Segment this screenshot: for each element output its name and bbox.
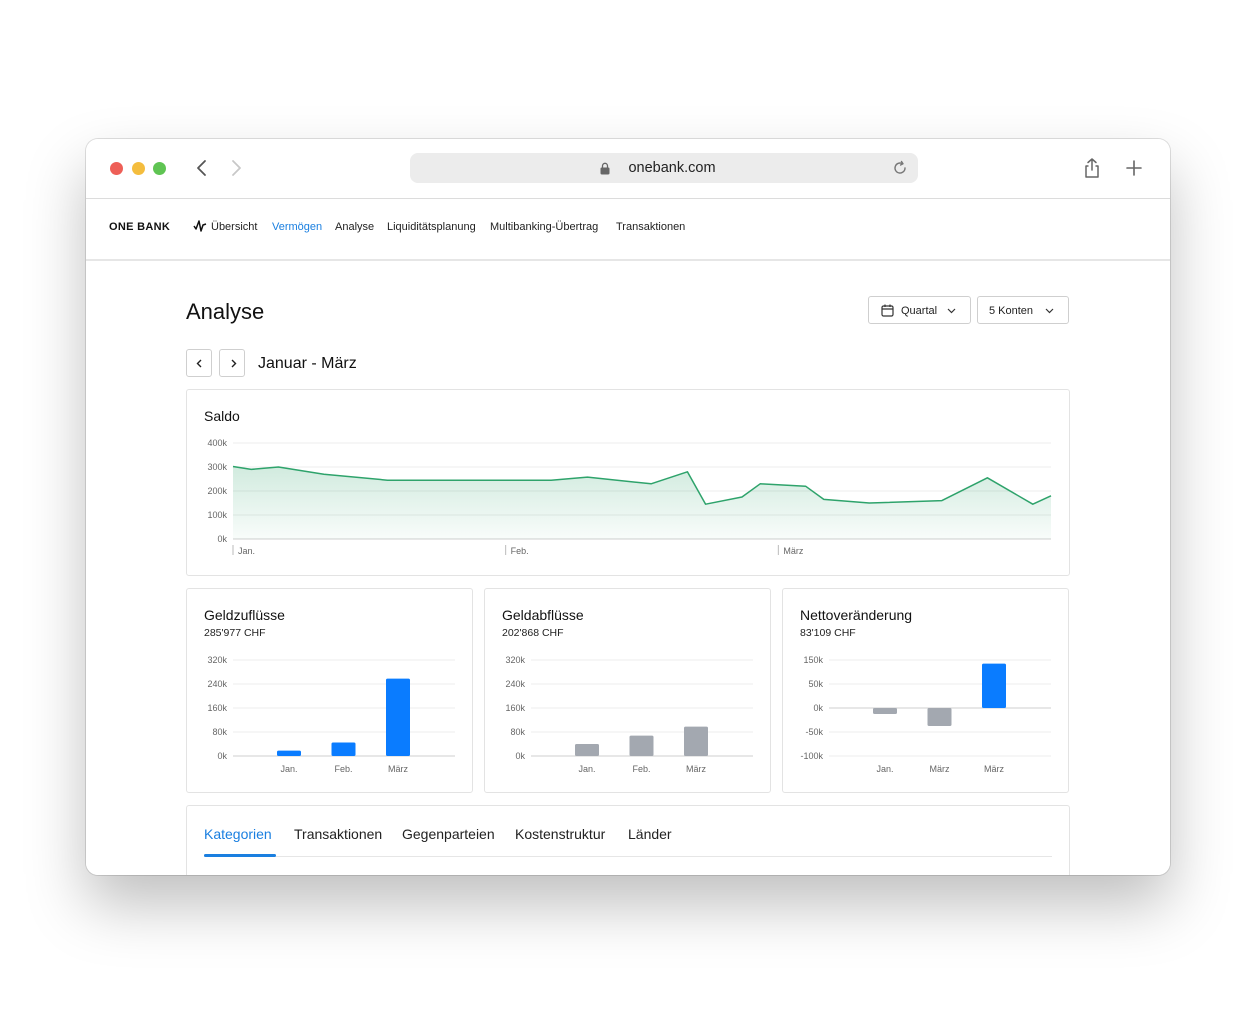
nav-item-uebersicht[interactable]: Übersicht	[211, 221, 257, 233]
main-content: Analyse Quartal 5 Konten Januar - März S…	[86, 261, 1170, 875]
bar	[684, 726, 708, 756]
maximize-window-button[interactable]	[153, 162, 166, 175]
saldo-chart: 400k 300k 200k 100k 0k Jan. Feb. März	[207, 438, 1052, 556]
tab-gegenparteien[interactable]: Gegenparteien	[402, 826, 495, 842]
y-tick-label: 320k	[207, 655, 227, 665]
y-tick-label: 300k	[207, 462, 227, 472]
reload-icon[interactable]	[892, 160, 908, 176]
chevron-down-icon	[947, 308, 956, 314]
geldzufluesse-chart: 320k 240k 160k 80k 0k Jan. Feb. März	[207, 655, 455, 774]
x-tick-label: März	[984, 764, 1004, 774]
chevron-right-icon	[231, 359, 237, 368]
nav-item-transaktionen[interactable]: Transaktionen	[616, 221, 685, 233]
nav-item-liquiditaetsplanung[interactable]: Liquiditätsplanung	[387, 221, 476, 233]
next-period-button[interactable]	[219, 349, 245, 377]
browser-window: onebank.com ONE BANK Übersicht Vermögen …	[86, 139, 1170, 875]
tab-laender[interactable]: Länder	[628, 826, 672, 842]
nav-item-multibanking[interactable]: Multibanking-Übertrag	[490, 221, 598, 233]
x-tick-label: Feb.	[632, 764, 650, 774]
minimize-window-button[interactable]	[132, 162, 145, 175]
tab-divider	[204, 856, 1052, 857]
logo-text: ONE BANK	[109, 221, 171, 233]
y-tick-label: 160k	[207, 703, 227, 713]
accounts-dropdown-label: 5 Konten	[989, 305, 1034, 317]
x-tick-label: März	[783, 546, 803, 556]
y-tick-label: 320k	[505, 655, 525, 665]
y-tick-label: 0k	[813, 703, 823, 713]
previous-period-button[interactable]	[186, 349, 212, 377]
x-tick-label: Jan.	[578, 764, 595, 774]
forward-arrow-icon[interactable]	[226, 158, 246, 178]
new-tab-plus-icon[interactable]	[1123, 157, 1145, 179]
bar	[331, 742, 356, 756]
y-tick-label: 240k	[207, 679, 227, 689]
x-tick-label: März	[930, 764, 950, 774]
active-tab-indicator	[204, 854, 276, 857]
tab-kategorien[interactable]: Kategorien	[204, 826, 272, 842]
y-tick-label: 0k	[515, 751, 525, 761]
y-tick-label: 80k	[212, 727, 227, 737]
y-tick-label: 200k	[207, 486, 227, 496]
x-tick-label: Jan.	[280, 764, 297, 774]
one-bank-logo[interactable]: ONE BANK	[109, 220, 207, 233]
geldzufluesse-card: Geldzuflüsse 285'977 CHF 320k 240k 160k 80k…	[186, 588, 473, 793]
chevron-down-icon	[1045, 308, 1054, 314]
x-tick-label: Feb.	[334, 764, 352, 774]
bar	[629, 735, 654, 756]
bar	[386, 678, 410, 756]
y-tick-label: 80k	[510, 727, 525, 737]
y-tick-label: 0k	[217, 534, 227, 544]
x-tick-label: Jan.	[876, 764, 893, 774]
bar	[927, 708, 952, 726]
url-text: onebank.com	[628, 160, 716, 176]
y-tick-label: 0k	[217, 751, 227, 761]
nettoveraenderung-card: Nettoveränderung 83'109 CHF 150k 50k 0k -50…	[782, 588, 1069, 793]
x-tick-label: März	[686, 764, 706, 774]
x-tick-label: März	[388, 764, 408, 774]
tab-kostenstruktur[interactable]: Kostenstruktur	[515, 826, 605, 842]
period-dropdown[interactable]: Quartal	[868, 296, 971, 324]
bar	[873, 708, 897, 714]
analysis-tabs-card: Kategorien Transaktionen Gegenparteien K…	[186, 805, 1070, 875]
y-tick-label: 400k	[207, 438, 227, 448]
logo-wave-icon	[193, 220, 207, 232]
y-tick-label: 240k	[505, 679, 525, 689]
saldo-chart-card: Saldo 400k 300k 200k 100k 0k Jan. Feb. März	[186, 389, 1070, 576]
bar	[277, 750, 301, 756]
bar	[982, 663, 1006, 708]
nav-item-analyse[interactable]: Analyse	[335, 221, 374, 233]
browser-toolbar: onebank.com	[86, 139, 1170, 199]
y-tick-label: -50k	[805, 727, 823, 737]
y-tick-label: 100k	[207, 510, 227, 520]
page-title: Analyse	[186, 299, 265, 324]
x-tick-label: Jan.	[238, 546, 255, 556]
nav-item-vermoegen[interactable]: Vermögen	[272, 221, 322, 233]
tab-transaktionen[interactable]: Transaktionen	[294, 826, 382, 842]
close-window-button[interactable]	[110, 162, 123, 175]
geldabfluesse-card: Geldabflüsse 202'868 CHF 320k 240k 160k 80k…	[484, 588, 771, 793]
nettoveraenderung-chart: 150k 50k 0k -50k -100k Jan. März März	[800, 655, 1051, 774]
chevron-left-icon	[196, 359, 202, 368]
bar	[575, 744, 599, 756]
x-tick-label: Feb.	[511, 546, 529, 556]
y-tick-label: 160k	[505, 703, 525, 713]
back-arrow-icon[interactable]	[192, 158, 212, 178]
geldabfluesse-chart: 320k 240k 160k 80k 0k Jan. Feb. März	[505, 655, 753, 774]
y-tick-label: 150k	[803, 655, 823, 665]
period-dropdown-label: Quartal	[901, 305, 938, 317]
address-bar[interactable]: onebank.com	[410, 153, 918, 183]
y-tick-label: -100k	[800, 751, 823, 761]
period-label: Januar - März	[258, 355, 357, 372]
accounts-dropdown[interactable]: 5 Konten	[977, 296, 1069, 324]
share-icon[interactable]	[1081, 157, 1103, 179]
app-navigation: ONE BANK Übersicht Vermögen Analyse Liqu…	[86, 199, 1170, 261]
calendar-icon	[881, 304, 894, 317]
y-tick-label: 50k	[808, 679, 823, 689]
